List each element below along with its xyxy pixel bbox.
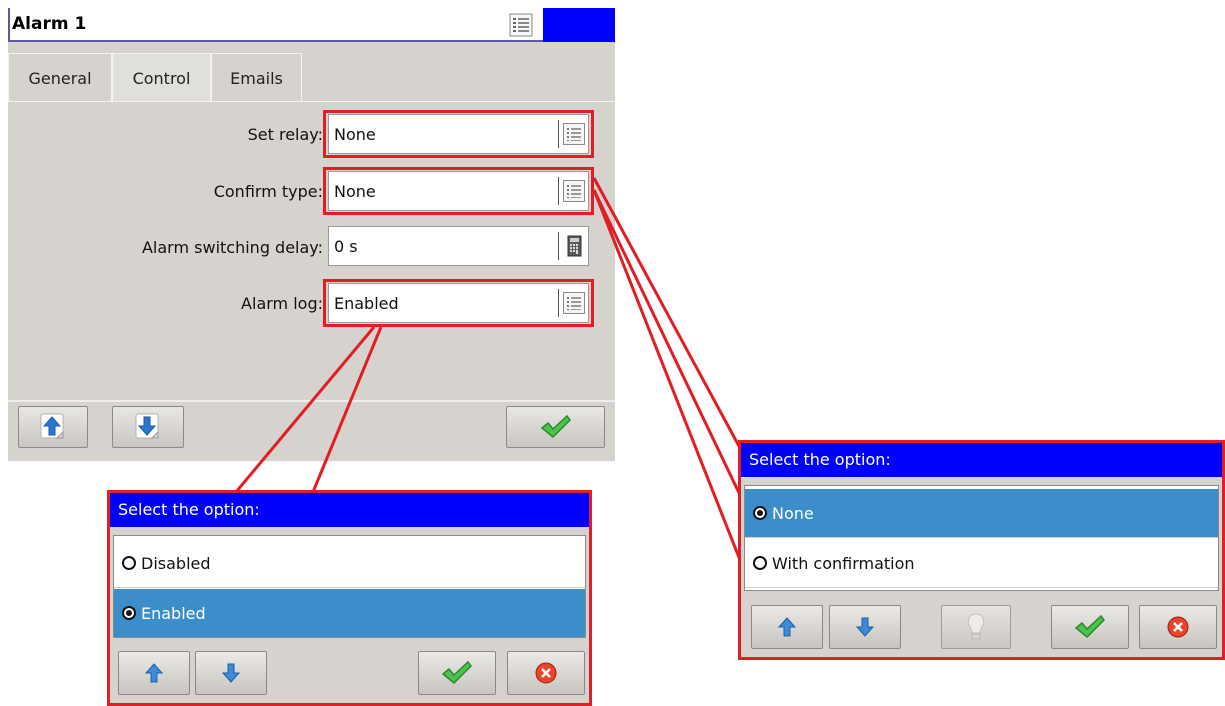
arrow-down-icon	[855, 617, 875, 637]
radio-checked-icon	[753, 506, 767, 520]
cancel-icon	[1167, 616, 1189, 638]
radio-unchecked-icon	[122, 556, 136, 570]
cancel-icon	[535, 662, 557, 684]
option-cancel-button[interactable]	[507, 651, 585, 695]
arrow-up-icon	[777, 617, 797, 637]
option-label: Disabled	[141, 553, 211, 573]
option-label: Enabled	[141, 603, 206, 623]
option-with-confirmation[interactable]: With confirmation	[745, 539, 1218, 588]
option-disabled[interactable]: Disabled	[114, 539, 585, 588]
option-label: None	[772, 503, 814, 523]
option-enabled[interactable]: Enabled	[114, 589, 585, 637]
hint-button[interactable]	[941, 605, 1011, 649]
radio-unchecked-icon	[753, 556, 767, 570]
confirm-type-option-dialog: Select the option: None With confirmatio…	[738, 440, 1225, 660]
checkmark-icon	[441, 660, 472, 685]
option-up-button[interactable]	[751, 605, 823, 649]
option-none[interactable]: None	[745, 489, 1218, 538]
option-up-button[interactable]	[118, 651, 190, 695]
option-down-button[interactable]	[829, 605, 901, 649]
option-ok-button[interactable]	[418, 651, 496, 695]
arrow-down-icon	[221, 663, 241, 683]
option-ok-button[interactable]	[1051, 605, 1129, 649]
dialog-title: Select the option:	[749, 450, 891, 469]
option-list: None With confirmation	[744, 485, 1219, 591]
option-label: With confirmation	[772, 553, 915, 573]
alarm-log-option-dialog: Select the option: Disabled Enabled	[107, 490, 592, 706]
arrow-up-icon	[144, 663, 164, 683]
lightbulb-icon	[967, 613, 985, 640]
dialog-header: Select the option:	[110, 493, 589, 527]
option-list: Disabled Enabled	[113, 535, 586, 638]
option-down-button[interactable]	[195, 651, 267, 695]
dialog-title: Select the option:	[118, 500, 260, 519]
radio-checked-icon	[122, 606, 136, 620]
checkmark-icon	[1074, 614, 1105, 639]
dialog-header: Select the option:	[741, 443, 1222, 477]
option-cancel-button[interactable]	[1139, 605, 1217, 649]
